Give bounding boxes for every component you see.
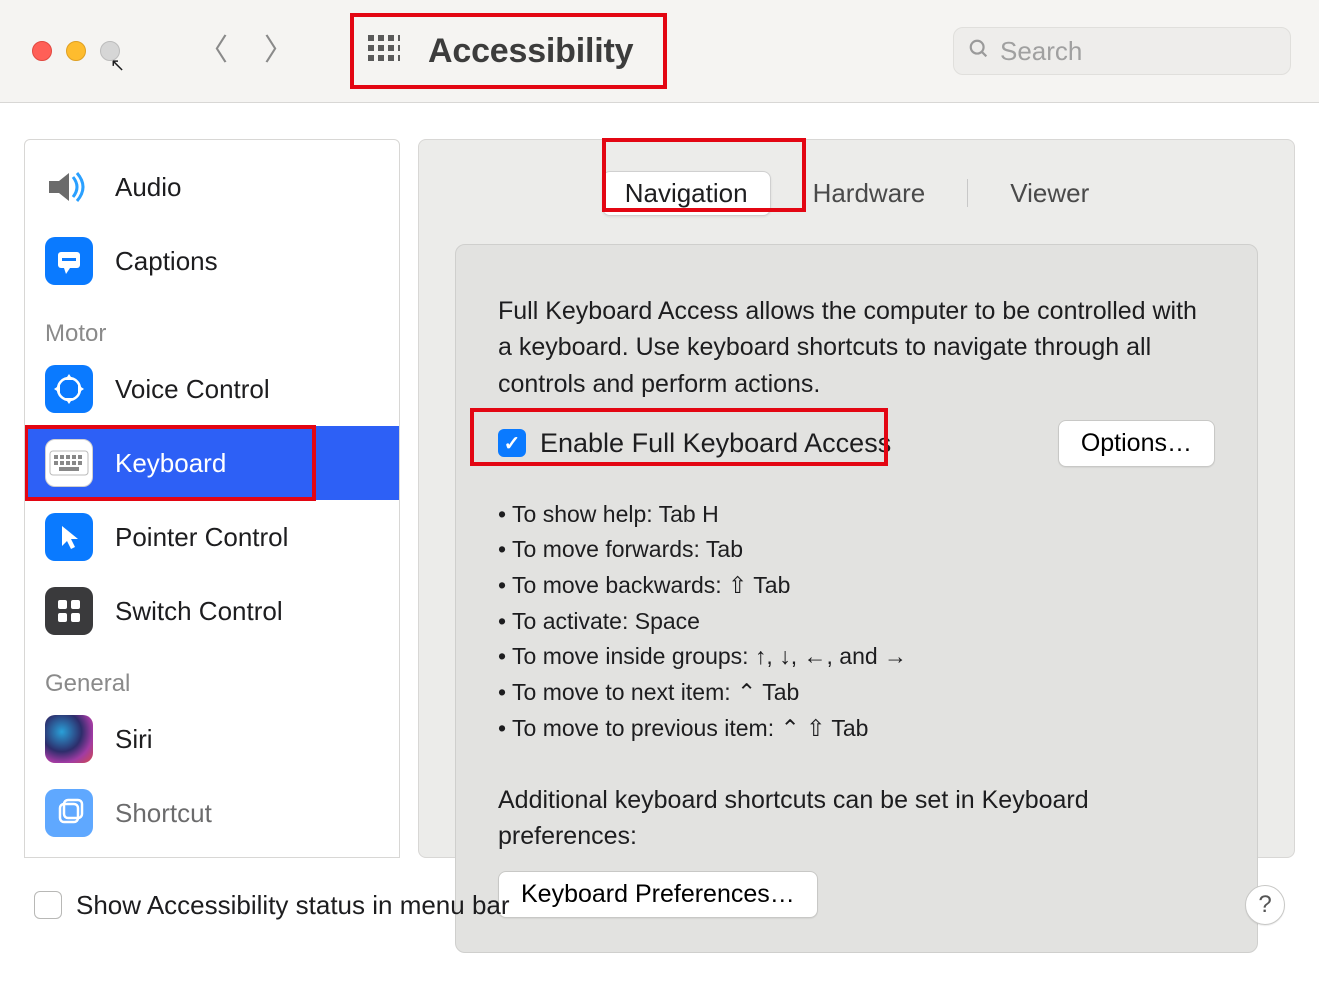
search-icon: [968, 36, 990, 67]
tab-separator: [967, 179, 968, 207]
close-window-button[interactable]: [32, 41, 52, 61]
forward-button[interactable]: 〉: [264, 36, 294, 66]
sidebar-item-siri[interactable]: Siri: [25, 702, 399, 776]
sidebar-item-audio[interactable]: Audio: [25, 150, 399, 224]
shortcut-item: To move backwards: ⇧ Tab: [498, 568, 1215, 604]
sidebar-item-label: Keyboard: [115, 448, 226, 479]
shortcut-item: To activate: Space: [498, 604, 1215, 640]
search-input[interactable]: [1000, 36, 1276, 67]
title-group: Accessibility: [350, 13, 667, 89]
captions-icon: [45, 237, 93, 285]
siri-icon: [45, 715, 93, 763]
sidebar-item-label: Switch Control: [115, 596, 283, 627]
sidebar-item-keyboard[interactable]: Keyboard: [25, 426, 399, 500]
sidebar: Audio Captions Motor Voice Control: [24, 139, 400, 858]
keyboard-icon: [45, 439, 93, 487]
shortcut-item: To move inside groups: ↑, ↓, ←, and →: [498, 639, 1215, 675]
tab-navigation[interactable]: Navigation: [602, 171, 771, 216]
voice-control-icon: [45, 365, 93, 413]
sidebar-item-label: Captions: [115, 246, 218, 277]
show-status-checkbox[interactable]: [34, 891, 62, 919]
sidebar-item-switch-control[interactable]: Switch Control: [25, 574, 399, 648]
enable-full-keyboard-checkbox[interactable]: ✓: [498, 429, 526, 457]
zoom-window-button[interactable]: [100, 41, 120, 61]
sidebar-section-motor: Motor: [25, 298, 399, 352]
sidebar-section-general: General: [25, 648, 399, 702]
shortcut-item: To move to previous item: ⌃ ⇧ Tab: [498, 711, 1215, 747]
enable-full-keyboard-label: Enable Full Keyboard Access: [540, 428, 891, 459]
sidebar-item-label: Voice Control: [115, 374, 270, 405]
shortcut-item: To show help: Tab H: [498, 497, 1215, 533]
sidebar-item-label: Audio: [115, 172, 182, 203]
sidebar-item-pointer-control[interactable]: Pointer Control: [25, 500, 399, 574]
page-title: Accessibility: [428, 32, 633, 71]
toolbar: ↖ 〈 〉 Accessibility: [0, 0, 1319, 103]
additional-text: Additional keyboard shortcuts can be set…: [498, 782, 1215, 855]
sidebar-item-captions[interactable]: Captions: [25, 224, 399, 298]
options-button[interactable]: Options…: [1058, 420, 1215, 467]
shortcut-list: To show help: Tab H To move forwards: Ta…: [498, 497, 1215, 746]
window-controls: [32, 41, 120, 61]
tab-viewer[interactable]: Viewer: [988, 172, 1111, 215]
description-text: Full Keyboard Access allows the computer…: [498, 293, 1215, 402]
grid-icon[interactable]: [366, 33, 402, 69]
switch-control-icon: [45, 587, 93, 635]
back-button[interactable]: 〈: [198, 36, 228, 66]
shortcut-item: To move forwards: Tab: [498, 532, 1215, 568]
sidebar-item-voice-control[interactable]: Voice Control: [25, 352, 399, 426]
search-field[interactable]: [953, 27, 1291, 75]
shortcut-item: To move to next item: ⌃ Tab: [498, 675, 1215, 711]
nav-arrows: 〈 〉: [198, 36, 294, 66]
sidebar-item-shortcut[interactable]: Shortcut: [25, 776, 399, 850]
content-panel: Navigation Hardware Viewer Full Keyboard…: [418, 139, 1295, 858]
minimize-window-button[interactable]: [66, 41, 86, 61]
show-status-label: Show Accessibility status in menu bar: [76, 890, 510, 921]
shortcut-icon: [45, 789, 93, 837]
tab-hardware[interactable]: Hardware: [791, 172, 948, 215]
speaker-icon: [45, 163, 93, 211]
settings-card: Full Keyboard Access allows the computer…: [455, 244, 1258, 953]
footer: Show Accessibility status in menu bar ?: [0, 858, 1319, 952]
sidebar-item-label: Pointer Control: [115, 522, 288, 553]
tab-row: Navigation Hardware Viewer: [419, 160, 1294, 226]
help-button[interactable]: ?: [1245, 885, 1285, 925]
pointer-icon: [45, 513, 93, 561]
sidebar-item-label: Siri: [115, 724, 153, 755]
sidebar-item-label: Shortcut: [115, 798, 212, 829]
